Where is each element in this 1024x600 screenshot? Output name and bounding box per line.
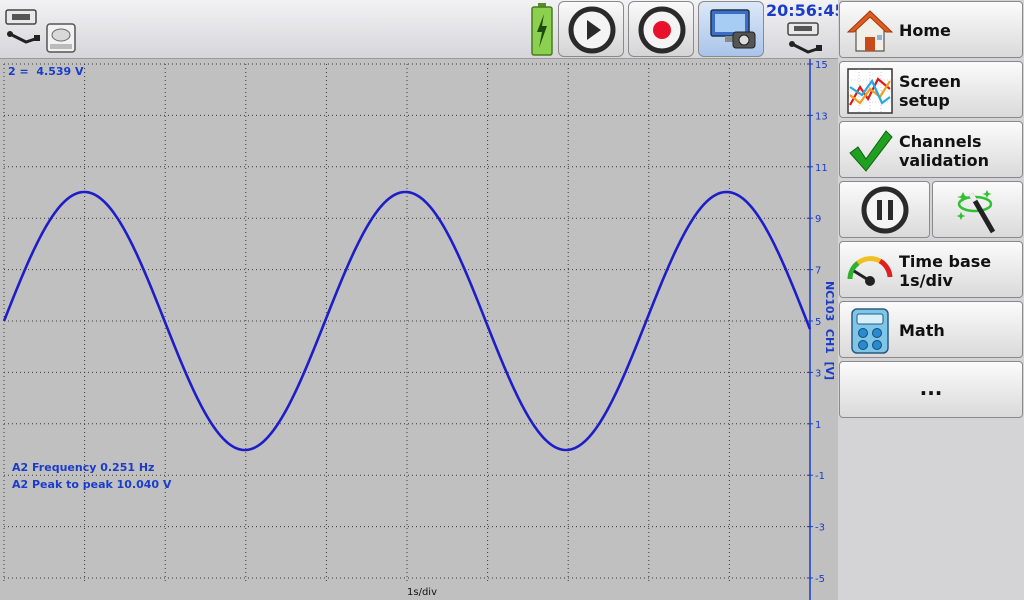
screen-setup-label: Screen setup <box>899 72 961 110</box>
measurement-peak-to-peak: A2 Peak to peak 10.040 V <box>12 478 172 491</box>
chart-setup-icon <box>847 68 893 114</box>
screenshot-camera-icon <box>710 9 756 49</box>
math-label: Math <box>899 321 945 340</box>
screen-setup-button[interactable]: Screen setup <box>839 61 1023 118</box>
y-tick-label: 13 <box>815 111 828 122</box>
y-tick-label: 3 <box>815 368 821 379</box>
play-button[interactable] <box>558 1 624 57</box>
battery-charging-icon <box>531 3 553 56</box>
record-icon <box>638 6 686 54</box>
record-button[interactable] <box>628 1 694 57</box>
gauge-icon <box>847 256 893 286</box>
home-icon <box>846 10 894 52</box>
top-toolbar: 20:56:45 <box>0 0 846 59</box>
disk-drive-icon[interactable] <box>44 22 80 56</box>
y-tick-label: 11 <box>815 163 828 174</box>
timebase-label: 1s/div <box>407 587 437 598</box>
usb-icon[interactable] <box>4 8 44 52</box>
calculator-icon <box>851 308 889 354</box>
y-tick-label: 1 <box>815 420 821 431</box>
y-tick-label: -5 <box>815 574 825 585</box>
pause-button[interactable] <box>839 181 930 238</box>
right-menu: Home Screen setup Channels validation Ti… <box>838 0 1024 600</box>
y-tick-label: 5 <box>815 317 821 328</box>
clock: 20:56:45 <box>766 1 846 20</box>
channels-validation-label: Channels validation <box>899 132 989 170</box>
home-label: Home <box>899 21 951 40</box>
time-base-button[interactable]: Time base 1s/div <box>839 241 1023 298</box>
channels-validation-button[interactable]: Channels validation <box>839 121 1023 178</box>
play-icon <box>568 6 616 54</box>
measurement-frequency: A2 Frequency 0.251 Hz <box>12 461 154 474</box>
screenshot-button[interactable] <box>698 1 764 57</box>
home-button[interactable]: Home <box>839 1 1023 58</box>
y-tick-label: 15 <box>815 60 828 71</box>
usb-icon[interactable] <box>786 22 826 58</box>
auto-setup-button[interactable] <box>932 181 1023 238</box>
time-base-label: Time base 1s/div <box>899 252 992 290</box>
more-button[interactable]: ... <box>839 361 1023 418</box>
magic-wand-icon <box>956 190 996 234</box>
waveform-plot[interactable]: 15 13 11 9 7 5 3 1 -1 -3 -5 2 = 4.539 V A2 Frequen… <box>0 59 838 600</box>
more-label: ... <box>919 376 943 400</box>
math-button[interactable]: Math <box>839 301 1023 358</box>
y-tick-label: 7 <box>815 266 821 277</box>
cursor-readout: 2 = 4.539 V <box>8 65 84 78</box>
y-tick-label: 9 <box>815 214 821 225</box>
pause-icon <box>861 186 909 234</box>
grid <box>3 63 811 583</box>
checkmark-icon <box>849 130 893 172</box>
y-axis-label: NC103 CH1 [V] <box>823 281 836 380</box>
y-tick-label: -1 <box>815 471 825 482</box>
plot-canvas[interactable]: 15 13 11 9 7 5 3 1 -1 -3 -5 2 = 4.539 V A2 Frequen… <box>0 59 838 600</box>
y-tick-label: -3 <box>815 523 825 534</box>
